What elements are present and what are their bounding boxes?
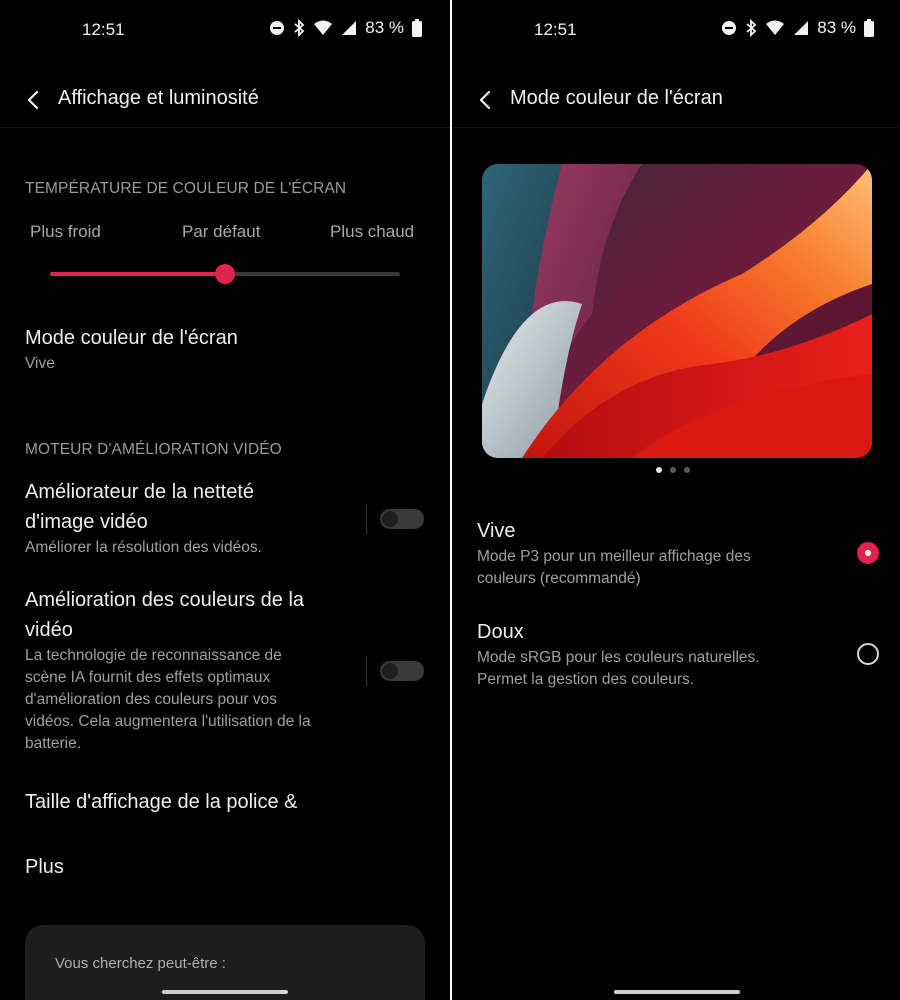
status-time: 12:51	[82, 20, 125, 39]
gesture-nav-handle[interactable]	[614, 990, 740, 994]
suggestions-card: Vous cherchez peut-être :	[25, 925, 425, 1000]
color-mode-title: Mode couleur de l'écran	[25, 327, 238, 349]
toggle-divider	[366, 504, 367, 534]
toggle-knob	[382, 663, 398, 679]
dnd-icon	[722, 21, 737, 35]
battery-icon	[864, 19, 874, 37]
color-mode-value: Vive	[25, 355, 55, 372]
page-title: Affichage et luminosité	[58, 87, 259, 109]
more-item[interactable]: Plus	[25, 852, 64, 882]
color-temperature-header: TEMPÉRATURE DE COULEUR DE L'ÉCRAN	[25, 180, 347, 197]
battery-percent: 83 %	[365, 18, 404, 37]
battery-icon	[412, 19, 422, 37]
slider-label-warmer: Plus chaud	[330, 222, 415, 241]
app-bar: Mode couleur de l'écran	[452, 72, 900, 128]
bluetooth-icon	[746, 19, 757, 37]
sharpness-title-line2: d'image vidéo	[25, 511, 148, 533]
carousel-indicator	[656, 467, 690, 473]
sharpness-subtitle: Améliorer la résolution des vidéos.	[25, 539, 262, 556]
option-vive-desc-line2: couleurs (recommandé)	[477, 570, 641, 587]
carousel-dot[interactable]	[656, 467, 662, 473]
wifi-icon	[314, 20, 333, 35]
signal-icon	[794, 21, 809, 35]
carousel-dot[interactable]	[670, 467, 676, 473]
option-vive-title: Vive	[477, 520, 516, 542]
toggle-track	[380, 509, 424, 529]
color-enhance-desc-line3: d'amélioration des couleurs pour vos	[25, 691, 277, 708]
color-enhance-toggle[interactable]	[366, 656, 428, 686]
color-mode-screen: 12:51 83 % Mode couleur de l'écran Vive …	[452, 0, 900, 1000]
battery-percent: 83 %	[817, 18, 856, 37]
font-size-item[interactable]: Taille d'affichage de la police &	[25, 787, 298, 817]
signal-icon	[342, 21, 357, 35]
color-enhance-title-line1: Amélioration des couleurs de la	[25, 589, 305, 611]
slider-label-cooler: Plus froid	[30, 222, 101, 241]
option-doux-desc-line2: Permet la gestion des couleurs.	[477, 671, 695, 688]
option-doux-desc-line1: Mode sRGB pour les couleurs naturelles.	[477, 649, 760, 666]
suggestions-label: Vous cherchez peut-être :	[55, 955, 226, 972]
option-doux-radio[interactable]	[857, 643, 879, 665]
carousel-dot[interactable]	[684, 467, 690, 473]
wifi-icon	[766, 20, 785, 35]
status-bar: 12:51 83 %	[452, 0, 900, 60]
color-preview-image[interactable]	[482, 164, 872, 458]
toggle-divider	[366, 656, 367, 686]
gesture-nav-handle[interactable]	[162, 990, 288, 994]
slider-thumb[interactable]	[215, 264, 235, 284]
option-vive-radio[interactable]	[857, 542, 879, 564]
color-enhance-desc-line5: batterie.	[25, 735, 82, 752]
toggle-track	[380, 661, 424, 681]
display-settings-screen: 12:51 83 % Affichage et luminosité TEMPÉ…	[0, 0, 450, 1000]
color-enhance-desc-line1: La technologie de reconnaissance de	[25, 647, 282, 664]
color-enhance-desc-line4: vidéos. Cela augmentera l'utilisation de…	[25, 713, 311, 730]
sharpness-title-line1: Améliorateur de la netteté	[25, 481, 255, 503]
app-bar: Affichage et luminosité	[0, 72, 450, 128]
color-temperature-slider[interactable]	[50, 264, 400, 284]
slider-label-default: Par défaut	[182, 222, 261, 241]
sharpness-toggle[interactable]	[366, 504, 428, 534]
toggle-knob	[382, 511, 398, 527]
status-bar: 12:51 83 %	[0, 0, 450, 60]
status-icons: 83 %	[269, 18, 422, 38]
video-enhancement-header: MOTEUR D'AMÉLIORATION VIDÉO	[25, 441, 282, 458]
color-enhance-title-line2: vidéo	[25, 619, 73, 641]
color-enhance-desc-line2: scène IA fournit des effets optimaux	[25, 669, 271, 686]
bluetooth-icon	[294, 19, 305, 37]
status-icons: 83 %	[721, 18, 874, 38]
status-time: 12:51	[534, 20, 577, 39]
page-title: Mode couleur de l'écran	[510, 87, 723, 109]
back-arrow-icon[interactable]	[22, 86, 46, 114]
back-arrow-icon[interactable]	[474, 86, 498, 114]
slider-fill	[50, 272, 225, 276]
option-vive-desc-line1: Mode P3 pour un meilleur affichage des	[477, 548, 751, 565]
option-doux-title: Doux	[477, 621, 524, 643]
dnd-icon	[270, 21, 285, 35]
